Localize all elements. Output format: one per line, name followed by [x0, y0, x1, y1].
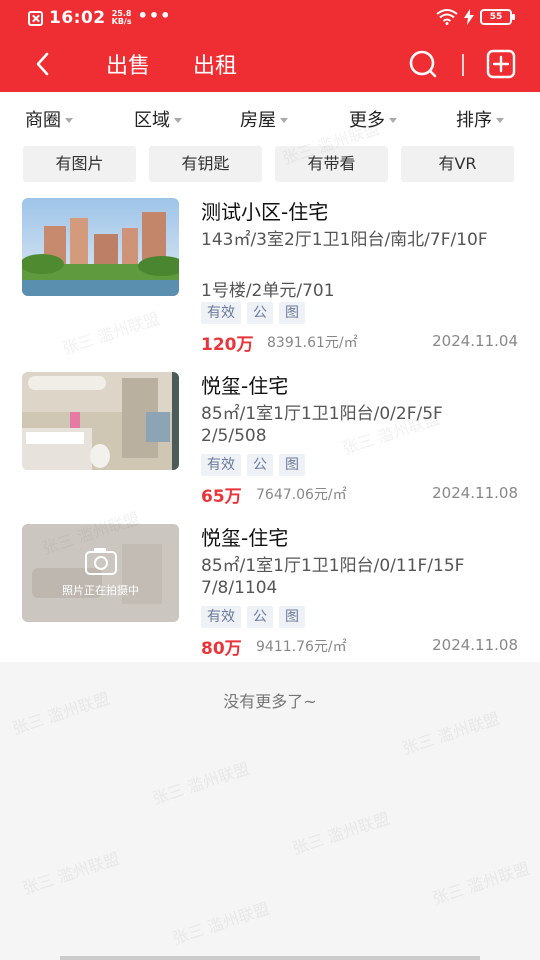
notification-close-icon [28, 10, 43, 26]
chip-has-viewing[interactable]: 有带看 [275, 146, 388, 182]
filter-business-area[interactable]: 商圈 [25, 106, 73, 132]
tag-valid: 有效 [201, 302, 241, 324]
filter-district[interactable]: 区域 [134, 106, 182, 132]
no-more-text: 没有更多了~ [223, 692, 317, 711]
listing-photo [22, 372, 179, 470]
tag-photo: 图 [279, 454, 305, 476]
listing-date: 2024.11.04 [432, 332, 518, 350]
filter-more[interactable]: 更多 [349, 106, 397, 132]
more-notifications-icon: ••• [137, 5, 172, 25]
tag-photo: 图 [279, 302, 305, 324]
charging-icon [464, 9, 474, 25]
plus-square-icon [486, 49, 516, 79]
listing-unit-price: 9411.76元/㎡ [256, 639, 347, 655]
listing-item[interactable]: 悦玺-住宅 85㎡/1室1厅1卫1阳台/0/2F/5F 2/5/508 有效 公… [0, 366, 540, 520]
chip-has-vr[interactable]: 有VR [401, 146, 514, 182]
wifi-icon [436, 9, 458, 25]
caret-down-icon [496, 117, 504, 123]
watermark: 张三 滥州联盟 [400, 708, 503, 759]
search-button[interactable] [404, 46, 442, 82]
filter-house[interactable]: 房屋 [240, 106, 288, 132]
listing-photo [22, 198, 179, 296]
tab-rent[interactable]: 出租 [193, 48, 237, 80]
tag-public: 公 [247, 606, 273, 628]
caret-down-icon [65, 117, 73, 123]
tag-public: 公 [247, 302, 273, 324]
listing-address: 2/5/508 [201, 426, 267, 446]
listing-address: 7/8/1104 [201, 578, 278, 598]
listing-tags: 有效 公 图 [201, 302, 305, 324]
chevron-left-icon [36, 52, 49, 76]
watermark: 张三 滥州联盟 [290, 808, 393, 859]
listing-description: 85㎡/1室1厅1卫1阳台/0/11F/15F [201, 556, 465, 576]
listing-item[interactable]: 照片正在拍摄中 悦玺-住宅 85㎡/1室1厅1卫1阳台/0/11F/15F 7/… [0, 518, 540, 672]
caret-down-icon [174, 117, 182, 123]
status-time: 16:02 [49, 8, 106, 28]
caret-down-icon [280, 117, 288, 123]
tab-sale[interactable]: 出售 [106, 48, 150, 80]
listing-price: 80万 [201, 639, 242, 659]
watermark: 张三 滥州联盟 [430, 858, 533, 909]
listing-price: 120万 [201, 335, 254, 355]
listing-photo-placeholder: 照片正在拍摄中 [22, 524, 179, 622]
filter-sort[interactable]: 排序 [456, 106, 504, 132]
listing-description: 85㎡/1室1厅1卫1阳台/0/2F/5F [201, 404, 443, 424]
home-indicator [60, 956, 480, 960]
nav-divider [462, 54, 464, 76]
caret-down-icon [389, 117, 397, 123]
nav-bar: 出售 出租 [0, 36, 540, 92]
tag-valid: 有效 [201, 606, 241, 628]
listing-title: 悦玺-住宅 [201, 374, 289, 398]
listing-date: 2024.11.08 [432, 636, 518, 654]
chip-has-keys[interactable]: 有钥匙 [149, 146, 262, 182]
battery-indicator: 55 [480, 9, 515, 25]
listing-address: 1号楼/2单元/701 [201, 281, 335, 301]
search-icon [409, 50, 437, 78]
back-button[interactable] [26, 48, 62, 80]
tag-public: 公 [247, 454, 273, 476]
tag-photo: 图 [279, 606, 305, 628]
network-speed: 25.8 KB/s [111, 9, 132, 26]
quick-filter-chips: 有图片 有钥匙 有带看 有VR [0, 142, 540, 192]
listing-unit-price: 7647.06元/㎡ [256, 487, 347, 503]
listing-list: 测试小区-住宅 143㎡/3室2厅1卫1阳台/南北/7F/10F 1号楼/2单元… [0, 192, 540, 662]
add-listing-button[interactable] [484, 48, 518, 80]
tag-valid: 有效 [201, 454, 241, 476]
listing-title: 悦玺-住宅 [201, 526, 289, 550]
filter-bar: 商圈 区域 房屋 更多 排序 [0, 92, 540, 142]
photo-caption: 照片正在拍摄中 [62, 584, 139, 597]
listing-tags: 有效 公 图 [201, 454, 305, 476]
watermark: 张三 滥州联盟 [170, 898, 273, 949]
listing-title: 测试小区-住宅 [201, 200, 329, 224]
listing-price: 65万 [201, 487, 242, 507]
listing-description: 143㎡/3室2厅1卫1阳台/南北/7F/10F [201, 230, 488, 250]
listing-item[interactable]: 测试小区-住宅 143㎡/3室2厅1卫1阳台/南北/7F/10F 1号楼/2单元… [0, 192, 540, 355]
status-bar: 16:02 25.8 KB/s ••• 55 [0, 0, 540, 34]
watermark: 张三 滥州联盟 [20, 848, 123, 899]
listing-unit-price: 8391.61元/㎡ [267, 335, 358, 351]
listing-tags: 有效 公 图 [201, 606, 305, 628]
chip-has-photos[interactable]: 有图片 [23, 146, 136, 182]
watermark: 张三 滥州联盟 [150, 758, 253, 809]
app-header: 16:02 25.8 KB/s ••• 55 出售 出租 [0, 0, 540, 92]
listing-date: 2024.11.08 [432, 484, 518, 502]
